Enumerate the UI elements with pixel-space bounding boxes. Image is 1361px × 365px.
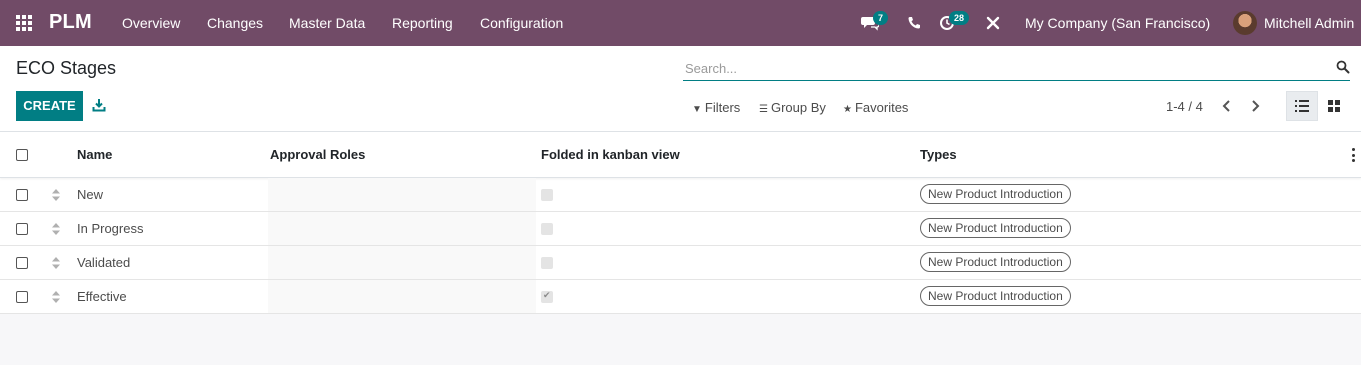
filter-icon: ▼ [692,104,702,115]
bars-icon: ☰ [759,104,768,115]
folded-checkbox [541,223,553,235]
select-all-checkbox[interactable] [16,149,28,161]
phone-icon[interactable] [907,13,927,33]
stage-name: Effective [77,289,127,304]
table-row[interactable]: In Progress New Product Introduction [0,212,1361,246]
stage-name: New [77,187,104,202]
column-header-approval-roles[interactable]: Approval Roles [270,147,365,162]
row-checkbox[interactable] [16,189,28,201]
folded-checkbox [541,257,553,269]
drag-handle-icon[interactable] [52,291,60,303]
type-tag: New Product Introduction [920,184,1071,204]
column-header-folded[interactable]: Folded in kanban view [541,147,680,162]
stage-name: In Progress [77,221,144,236]
user-menu[interactable]: Mitchell Admin [1264,15,1354,31]
create-button[interactable]: CREATE [16,91,83,121]
approval-roles-cell [268,212,536,245]
page-title: ECO Stages [16,58,117,78]
row-checkbox[interactable] [16,223,28,235]
column-header-name[interactable]: Name [77,147,112,162]
group-by-label: Group By [770,100,826,115]
pager-next-icon[interactable] [1249,99,1263,113]
favorites-label: Favorites [854,100,909,115]
favorites-button[interactable]: ★ Favorites [843,100,908,115]
filters-label: Filters [704,100,741,115]
search-bar [683,56,1350,81]
drag-handle-icon[interactable] [52,189,60,201]
column-header-types[interactable]: Types [920,147,957,162]
pager-value[interactable]: 1-4 / 4 [1166,99,1203,114]
drag-handle-icon[interactable] [52,223,60,235]
list-view-icon[interactable] [1286,91,1318,121]
type-tag: New Product Introduction [920,218,1071,238]
search-icon[interactable] [1336,60,1350,74]
table-row[interactable]: Effective New Product Introduction [0,280,1361,314]
top-navbar: PLM Overview Changes Master Data Reporti… [0,0,1361,46]
approval-roles-cell [268,280,536,313]
company-switcher[interactable]: My Company (San Francisco) [1025,15,1210,31]
menu-configuration[interactable]: Configuration [480,15,563,31]
apps-menu-icon[interactable] [16,15,32,31]
folded-checkbox [541,189,553,201]
activities-badge: 28 [949,11,970,25]
approval-roles-cell [268,178,536,211]
approval-roles-cell [268,246,536,279]
filters-button[interactable]: ▼ Filters [692,100,740,115]
tools-icon[interactable] [986,13,1006,33]
kanban-view-icon[interactable] [1318,91,1350,121]
app-brand[interactable]: PLM [49,11,92,34]
folded-checkbox-checked [541,290,553,303]
menu-master-data[interactable]: Master Data [289,15,365,31]
type-tag: New Product Introduction [920,286,1071,306]
menu-reporting[interactable]: Reporting [392,15,453,31]
table-row[interactable]: New New Product Introduction [0,178,1361,212]
search-input[interactable] [685,59,1325,77]
messages-badge: 7 [873,11,889,25]
pager-previous-icon[interactable] [1221,99,1235,113]
type-tag: New Product Introduction [920,252,1071,272]
table-row[interactable]: Validated New Product Introduction [0,246,1361,280]
user-avatar[interactable] [1233,11,1257,35]
eco-stages-table: Name Approval Roles Folded in kanban vie… [0,132,1361,314]
download-icon[interactable] [92,98,106,112]
row-checkbox[interactable] [16,291,28,303]
row-checkbox[interactable] [16,257,28,269]
drag-handle-icon[interactable] [52,257,60,269]
optional-columns-icon[interactable] [1352,148,1356,162]
menu-changes[interactable]: Changes [207,15,263,31]
group-by-button[interactable]: ☰ Group By [759,100,826,115]
star-icon: ★ [843,104,852,115]
menu-overview[interactable]: Overview [122,15,180,31]
stage-name: Validated [77,255,131,270]
control-panel: ECO Stages CREATE ▼Filters ☰Group By ★Fa… [0,46,1361,132]
table-header: Name Approval Roles Folded in kanban vie… [0,132,1361,178]
